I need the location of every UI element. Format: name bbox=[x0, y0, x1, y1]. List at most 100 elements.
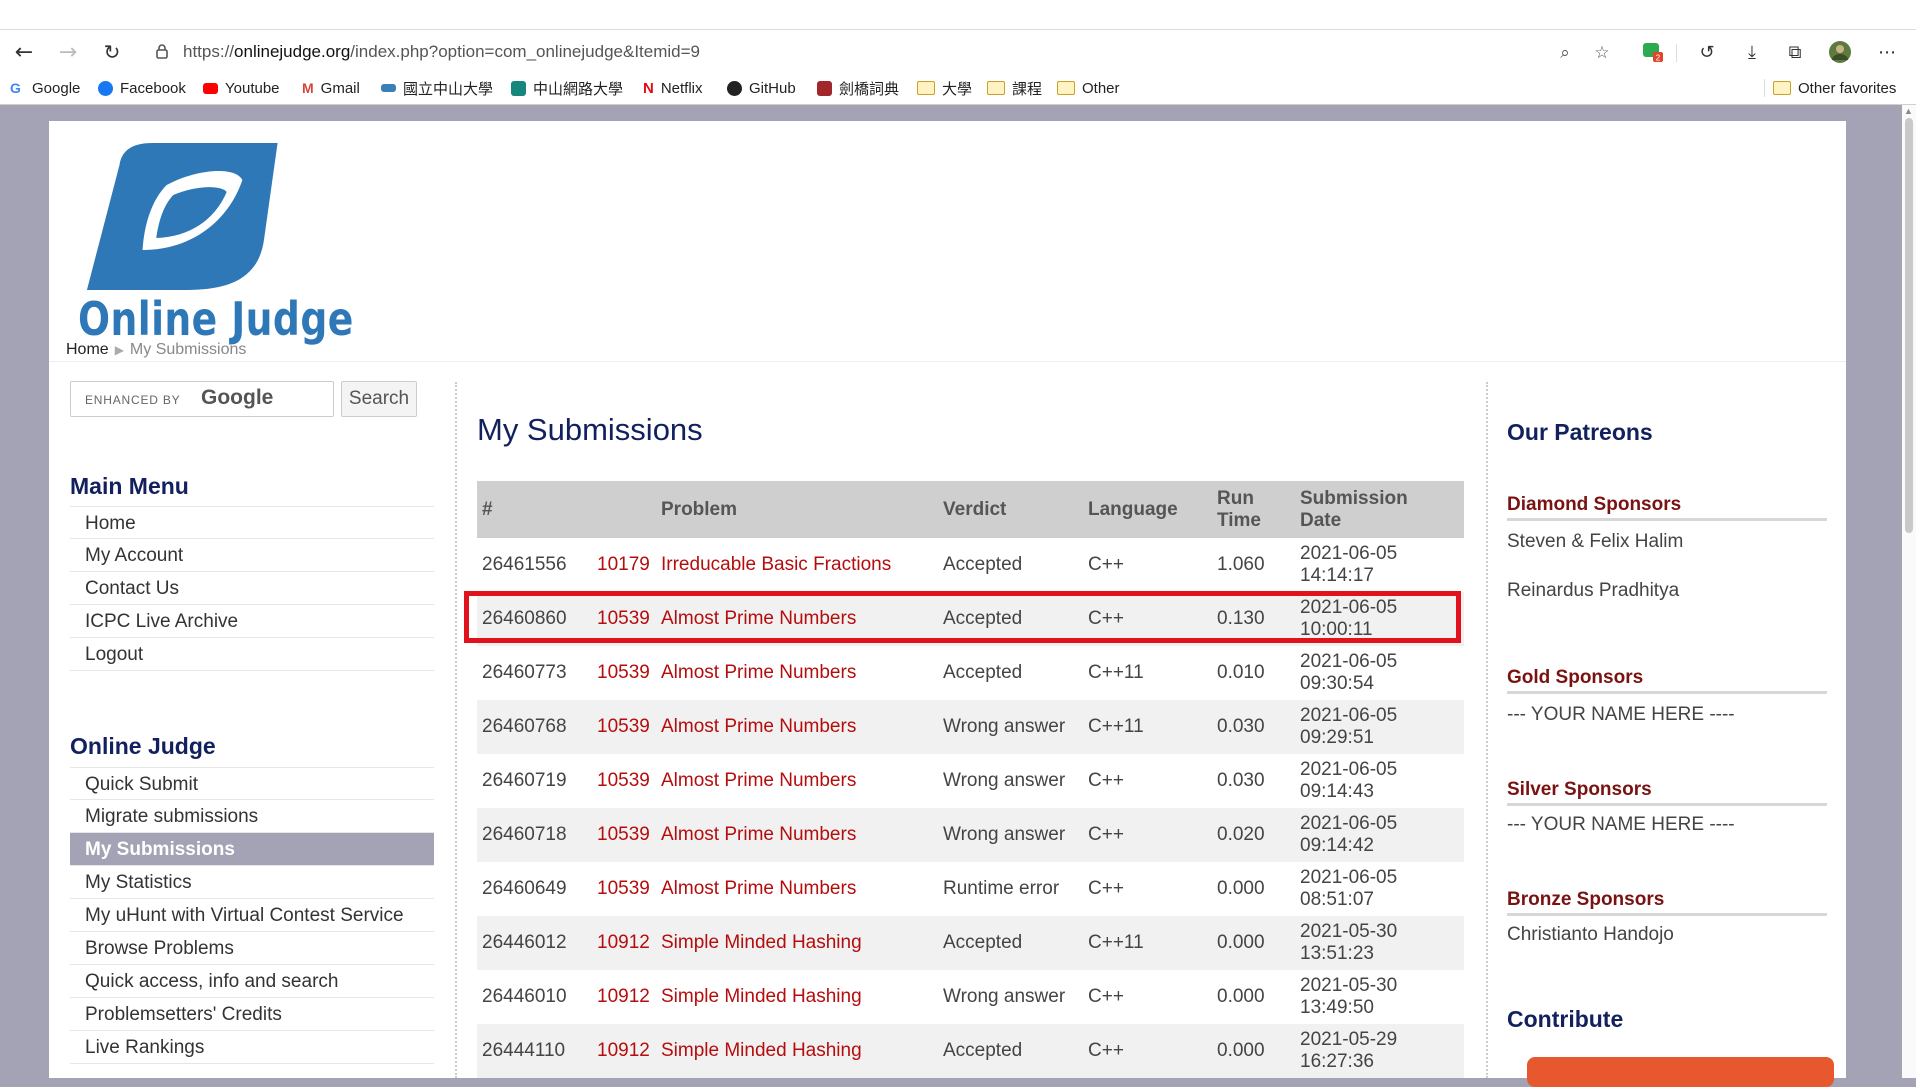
bookmark-cyber-univ[interactable]: 中山網路大學 bbox=[511, 78, 623, 98]
menu-item-icpc-live-archive[interactable]: ICPC Live Archive bbox=[70, 605, 434, 638]
refresh-icon[interactable]: ↻ bbox=[98, 38, 126, 66]
downloads-icon[interactable]: ⤓ bbox=[1739, 39, 1765, 65]
bookmark-folder-other[interactable]: Other bbox=[1057, 78, 1120, 98]
header-divider bbox=[49, 361, 1846, 362]
column-header-language: Language bbox=[1083, 481, 1212, 538]
menu-item-home[interactable]: Home bbox=[70, 506, 434, 539]
avatar bbox=[1829, 41, 1851, 63]
verdict: Accepted bbox=[938, 916, 1083, 970]
menu-item-my-account[interactable]: My Account bbox=[70, 539, 434, 572]
menu-item-logout[interactable]: Logout bbox=[70, 638, 434, 671]
menu-item-quick-submit[interactable]: Quick Submit bbox=[70, 767, 434, 800]
menu-item-live-rankings[interactable]: Live Rankings bbox=[70, 1031, 434, 1064]
submission-id: 26446012 bbox=[477, 916, 592, 970]
problem-name-link[interactable]: Simple Minded Hashing bbox=[656, 970, 938, 1024]
online-judge-menu-list: Quick Submit Migrate submissions My Subm… bbox=[70, 767, 434, 1064]
contribute-button[interactable] bbox=[1527, 1057, 1834, 1087]
main-menu-title: Main Menu bbox=[70, 473, 189, 499]
menu-item-browse-problems[interactable]: Browse Problems bbox=[70, 932, 434, 965]
bookmark-label: GitHub bbox=[749, 79, 796, 97]
bookmark-cambridge[interactable]: 劍橋詞典 bbox=[817, 78, 899, 98]
menu-item-migrate-submissions[interactable]: Migrate submissions bbox=[70, 800, 434, 833]
profile-avatar-icon[interactable] bbox=[1827, 39, 1853, 65]
language: C++ bbox=[1083, 808, 1212, 862]
forward-icon[interactable]: → bbox=[54, 38, 82, 66]
run-time: 0.000 bbox=[1212, 1024, 1295, 1078]
search-input[interactable]: ENHANCED BY Google bbox=[70, 381, 334, 417]
bookmark-netflix[interactable]: N Netflix bbox=[643, 78, 703, 98]
bookmark-label: 劍橋詞典 bbox=[839, 80, 900, 98]
bookmarks-divider bbox=[1764, 79, 1765, 97]
breadcrumb-separator-icon: ▶ bbox=[114, 343, 124, 357]
table-row: 26460718 10539 Almost Prime Numbers Wron… bbox=[477, 808, 1464, 862]
problem-number-link[interactable]: 10539 bbox=[592, 754, 656, 808]
problem-number-link[interactable]: 10539 bbox=[592, 808, 656, 862]
problem-number-link[interactable]: 10912 bbox=[592, 916, 656, 970]
run-time: 0.030 bbox=[1217, 770, 1265, 791]
bookmark-folder-courses[interactable]: 課程 bbox=[987, 78, 1042, 98]
favorite-star-icon[interactable]: ☆ bbox=[1590, 41, 1614, 65]
language: C++11 bbox=[1083, 916, 1212, 970]
menu-item-my-statistics[interactable]: My Statistics bbox=[70, 866, 434, 899]
problem-number-link[interactable]: 10539 bbox=[592, 646, 656, 700]
problem-number-link[interactable]: 10912 bbox=[592, 1024, 656, 1078]
menu-item-quick-access[interactable]: Quick access, info and search bbox=[70, 965, 434, 998]
search-button[interactable]: Search bbox=[341, 381, 417, 417]
bookmark-facebook[interactable]: Facebook bbox=[98, 78, 186, 98]
cambridge-icon bbox=[817, 80, 832, 96]
more-menu-icon[interactable]: ⋯ bbox=[1874, 39, 1900, 65]
main-menu-list: Home My Account Contact Us ICPC Live Arc… bbox=[70, 506, 434, 671]
language: C++ bbox=[1088, 770, 1124, 791]
problem-number-link[interactable]: 10912 bbox=[592, 970, 656, 1024]
table-row: 26461556 10179 Irreducable Basic Fractio… bbox=[477, 538, 1464, 592]
bookmark-label: Youtube bbox=[225, 79, 280, 97]
column-header-verdict: Verdict bbox=[938, 481, 1083, 538]
bookmark-label: 中山網路大學 bbox=[533, 80, 624, 98]
submission-id: 26446010 bbox=[482, 986, 567, 1007]
problem-name-link[interactable]: Almost Prime Numbers bbox=[656, 646, 938, 700]
gold-sponsor-1: --- YOUR NAME HERE ---- bbox=[1507, 704, 1735, 725]
bookmark-google[interactable]: G Google bbox=[10, 78, 80, 98]
bookmark-label: 課程 bbox=[1012, 80, 1043, 98]
menu-item-my-submissions[interactable]: My Submissions bbox=[70, 833, 434, 866]
bookmark-folder-university[interactable]: 大學 bbox=[917, 78, 972, 98]
bookmarks-bar: G Google Facebook Youtube M Gmail 國立中山大學… bbox=[0, 72, 1916, 105]
problem-name-link[interactable]: Almost Prime Numbers bbox=[656, 862, 938, 916]
highlight-box bbox=[464, 591, 1461, 643]
address-bar[interactable]: https://onlinejudge.org/index.php?option… bbox=[140, 33, 1610, 69]
back-icon[interactable]: ← bbox=[10, 38, 38, 66]
problem-name-link[interactable]: Irreducable Basic Fractions bbox=[656, 538, 938, 592]
lock-icon[interactable] bbox=[154, 43, 170, 59]
bookmark-youtube[interactable]: Youtube bbox=[203, 78, 280, 98]
problem-number-link[interactable]: 10539 bbox=[592, 700, 656, 754]
github-icon bbox=[727, 80, 742, 96]
menu-item-contact-us[interactable]: Contact Us bbox=[70, 572, 434, 605]
collections-icon[interactable]: ⧉ bbox=[1782, 39, 1808, 65]
folder-icon bbox=[1057, 81, 1075, 95]
bookmark-other-favorites[interactable]: Other favorites bbox=[1773, 78, 1896, 98]
problem-number-link[interactable]: 10179 bbox=[592, 538, 656, 592]
problem-name-link[interactable]: Almost Prime Numbers bbox=[656, 700, 938, 754]
submission-id: 26460768 bbox=[477, 700, 592, 754]
zoom-icon[interactable]: ⌕ bbox=[1553, 41, 1577, 65]
bookmark-nsysu[interactable]: 國立中山大學 bbox=[381, 78, 493, 98]
submission-date: 2021-05-30 13:49:50 bbox=[1300, 975, 1398, 1018]
bookmark-label: 國立中山大學 bbox=[403, 80, 494, 98]
bookmark-github[interactable]: GitHub bbox=[727, 78, 796, 98]
problem-name-link[interactable]: Almost Prime Numbers bbox=[656, 754, 938, 808]
table-header-row: # Problem Verdict Language Run Time Submi… bbox=[477, 481, 1464, 538]
extension-icon[interactable]: 2 bbox=[1640, 39, 1666, 65]
page-scrollbar-thumb[interactable] bbox=[1905, 118, 1913, 533]
menu-item-uhunt[interactable]: My uHunt with Virtual Contest Service bbox=[70, 899, 434, 932]
scroll-up-icon[interactable]: ▲ bbox=[1904, 106, 1913, 116]
menu-item-problemsetters-credits[interactable]: Problemsetters' Credits bbox=[70, 998, 434, 1031]
contribute-title: Contribute bbox=[1507, 1006, 1624, 1032]
problem-name-link[interactable]: Simple Minded Hashing bbox=[656, 1024, 938, 1078]
bookmark-gmail[interactable]: M Gmail bbox=[302, 78, 360, 98]
problem-name-link[interactable]: Simple Minded Hashing bbox=[656, 916, 938, 970]
problem-number-link[interactable]: 10539 bbox=[592, 862, 656, 916]
breadcrumb-home[interactable]: Home bbox=[66, 341, 109, 358]
problem-name-link[interactable]: Almost Prime Numbers bbox=[656, 808, 938, 862]
diamond-sponsor-1: Steven & Felix Halim bbox=[1507, 531, 1684, 552]
history-icon[interactable]: ↺ bbox=[1694, 39, 1720, 65]
